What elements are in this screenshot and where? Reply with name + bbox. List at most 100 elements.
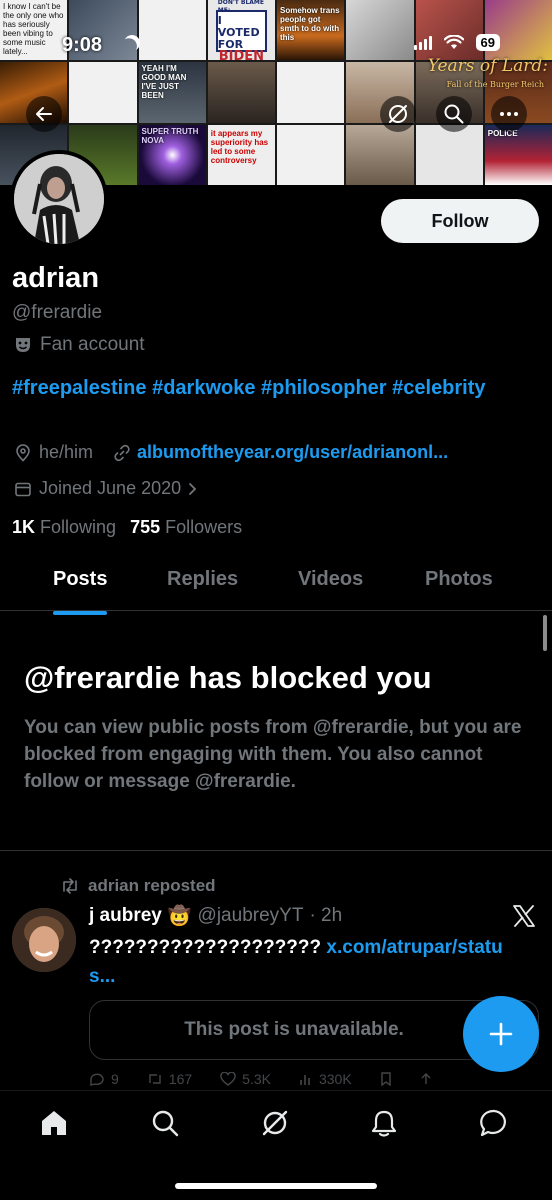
following-count[interactable]: 1K Following <box>12 517 116 538</box>
x-logo-icon[interactable] <box>512 905 536 927</box>
nav-search[interactable] <box>145 1103 185 1143</box>
banner-caption: POLICE <box>487 128 518 138</box>
author-photo <box>12 908 76 972</box>
repost-count: 167 <box>168 1071 193 1087</box>
tab-label: Photos <box>425 568 493 590</box>
pronouns-text: he/him <box>39 442 94 462</box>
chat-bubble-icon <box>480 1109 506 1137</box>
sign-line: BIDEN <box>218 49 265 61</box>
home-icon <box>42 1111 66 1135</box>
tab-posts[interactable]: Posts <box>53 568 108 615</box>
profile-tabs: Posts Replies Videos Photos <box>0 560 552 615</box>
post-body: ???????????????????? <box>89 937 322 958</box>
profile-name: adrian <box>12 262 100 294</box>
banner-title-text: Years of Lard: <box>427 56 548 76</box>
repost-icon <box>63 878 77 894</box>
banner-sign: DON'T BLAME ME: I VOTED FOR BIDEN <box>215 0 267 60</box>
share-action[interactable] <box>420 1072 432 1086</box>
post-time: · 2h <box>309 905 343 926</box>
bookmark-action[interactable] <box>380 1072 392 1086</box>
profile-meta: he/him albumoftheyear.org/user/adrianonl… <box>14 442 448 463</box>
banner-tile <box>415 124 483 185</box>
banner-tile <box>415 0 483 61</box>
search-icon <box>152 1110 179 1137</box>
more-button[interactable] <box>491 96 527 132</box>
profile-bio[interactable]: #freepalestine #darkwoke #philosopher #c… <box>12 373 532 403</box>
profile-handle: @frerardie <box>12 302 103 323</box>
home-indicator[interactable] <box>175 1183 377 1189</box>
tab-photos[interactable]: Photos <box>425 568 493 591</box>
back-arrow-icon <box>36 107 52 121</box>
banner-tile <box>484 0 552 61</box>
grok-icon <box>389 105 407 123</box>
follow-counts: 1K Following 755 Followers <box>12 517 242 538</box>
view-count: 330K <box>318 1071 352 1087</box>
more-dots-icon <box>500 112 518 116</box>
search-button[interactable] <box>436 96 472 132</box>
banner-caption: I know I can't be the only one who has s… <box>3 2 64 56</box>
views-icon <box>300 1075 310 1085</box>
banner-tile <box>277 62 345 123</box>
cellular-signal-icon <box>413 35 432 50</box>
website-link[interactable]: albumoftheyear.org/user/adrianonl... <box>137 442 448 463</box>
scrollbar[interactable] <box>543 615 547 651</box>
banner-tile: POLICE <box>484 124 552 185</box>
followers-count[interactable]: 755 Followers <box>130 517 242 538</box>
nav-home[interactable] <box>34 1103 74 1143</box>
grok-button[interactable] <box>380 96 416 132</box>
plus-icon <box>489 1022 513 1046</box>
avatar-photo <box>14 154 104 244</box>
tab-label: Replies <box>167 568 239 590</box>
banner-tile <box>69 62 137 123</box>
battery-indicator: 69 <box>475 34 500 51</box>
nav-grok[interactable] <box>255 1103 295 1143</box>
banner-tile <box>207 62 275 123</box>
followers-number: 755 <box>130 517 161 537</box>
heart-icon <box>220 1072 236 1086</box>
share-icon <box>421 1073 431 1084</box>
compose-post-button[interactable] <box>463 996 539 1072</box>
tab-replies[interactable]: Replies <box>167 568 238 591</box>
active-tab-indicator <box>53 611 108 615</box>
reply-action[interactable]: 9 <box>89 1071 119 1087</box>
tab-videos[interactable]: Videos <box>298 568 363 591</box>
banner-tile: SUPER TRUTH NOVA <box>138 124 206 185</box>
repost-label: adrian reposted <box>88 876 216 895</box>
views-action[interactable]: 330K <box>299 1071 352 1087</box>
profile-avatar[interactable] <box>10 150 108 248</box>
sign-line: DON'T BLAME ME: <box>217 0 264 15</box>
banner-tile <box>346 124 414 185</box>
post-author-handle[interactable]: @jaubreyYT <box>198 905 304 927</box>
following-label: Following <box>40 517 117 537</box>
banner-caption: Somehow trans people got smth to do with… <box>280 6 340 42</box>
repost-indicator: adrian reposted <box>60 876 216 896</box>
status-indicators: 69 <box>413 34 500 51</box>
post-author-name[interactable]: j aubrey <box>89 905 162 927</box>
category-label: Fan account <box>40 334 145 355</box>
joined-text: Joined June 2020 <box>39 478 182 498</box>
tab-label: Posts <box>53 568 108 590</box>
banner-caption: SUPER TRUTH NOVA <box>141 126 199 145</box>
grok-icon <box>262 1110 288 1136</box>
like-count: 5.3K <box>242 1071 271 1087</box>
follow-button[interactable]: Follow <box>381 199 539 243</box>
reply-count: 9 <box>111 1071 119 1087</box>
like-action[interactable]: 5.3K <box>220 1071 271 1087</box>
sign-line: I VOTED FOR <box>217 14 260 52</box>
banner-tile <box>277 124 345 185</box>
post-actions: 9 167 5.3K 330K <box>89 1071 529 1087</box>
chevron-right-icon <box>189 482 197 495</box>
post-text[interactable]: ???????????????????? x.com/atrupar/statu… <box>89 933 529 991</box>
repost-action[interactable]: 167 <box>147 1071 192 1087</box>
banner-tile: Somehow trans people got smth to do with… <box>277 0 345 61</box>
joined-date[interactable]: Joined June 2020 <box>14 478 198 499</box>
nav-notifications[interactable] <box>364 1103 404 1143</box>
profile-category: Fan account <box>14 334 145 356</box>
post-author-avatar[interactable] <box>12 908 76 972</box>
nav-messages[interactable] <box>474 1103 514 1143</box>
post-header: j aubrey 🤠 @jaubreyYT · 2h <box>89 904 342 928</box>
theater-masks-icon <box>16 338 30 352</box>
back-button[interactable] <box>26 96 62 132</box>
followers-label: Followers <box>165 517 243 537</box>
banner-tile: I know I can't be the only one who has s… <box>0 0 68 61</box>
